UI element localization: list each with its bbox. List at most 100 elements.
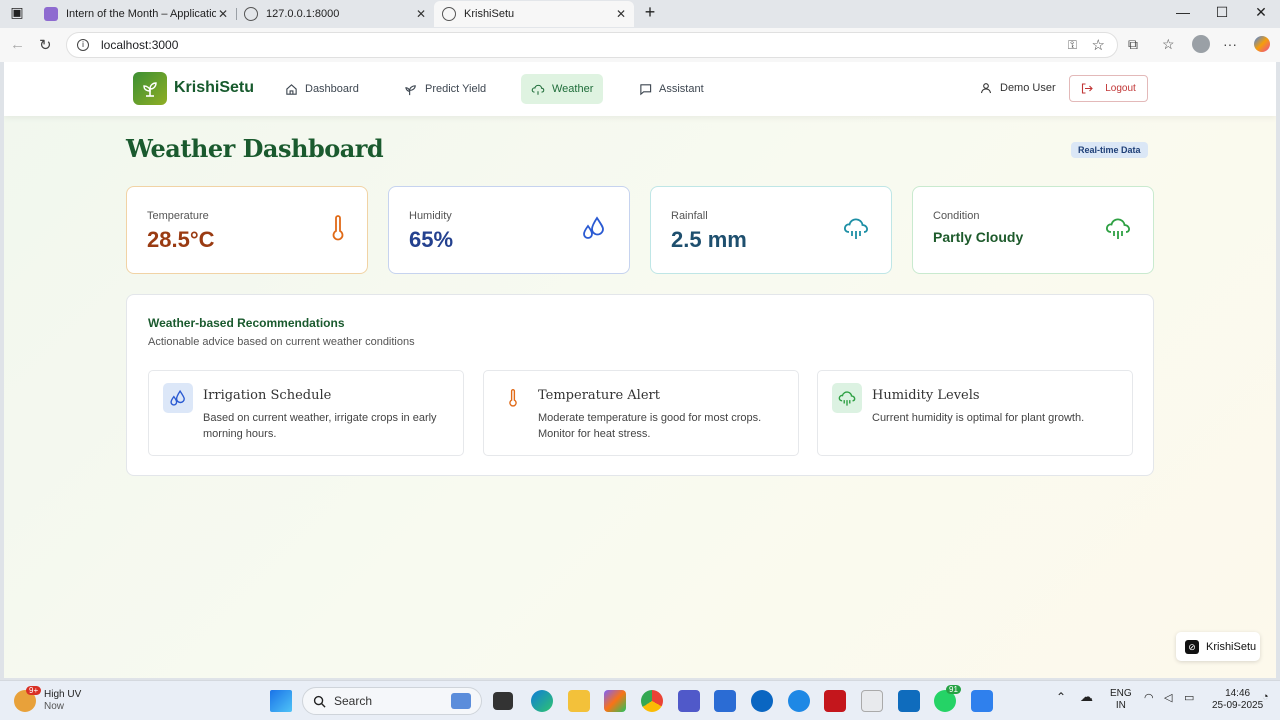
whatsapp-icon[interactable]: 91 bbox=[934, 685, 961, 712]
mcafee-icon[interactable] bbox=[824, 690, 846, 712]
profile-avatar[interactable] bbox=[1192, 35, 1210, 53]
extensions-icon[interactable]: ⧉ bbox=[1128, 36, 1138, 53]
lang-label: ENG bbox=[1110, 688, 1132, 699]
close-tab-icon[interactable]: ✕ bbox=[616, 7, 626, 21]
refresh-icon[interactable]: ↻ bbox=[39, 36, 52, 54]
stat-value: Partly Cloudy bbox=[933, 229, 1024, 245]
thermometer-icon bbox=[332, 215, 344, 241]
stat-card-rainfall: Rainfall 2.5 mm bbox=[650, 186, 892, 274]
recommendation-card-irrigation: Irrigation Schedule Based on current wea… bbox=[148, 370, 464, 456]
battery-icon[interactable]: ▭ bbox=[1184, 692, 1194, 704]
hp-icon[interactable] bbox=[751, 690, 773, 712]
nav-weather[interactable]: Weather bbox=[521, 74, 604, 104]
more-menu-icon[interactable]: ··· bbox=[1223, 36, 1237, 52]
store-icon[interactable] bbox=[714, 690, 736, 712]
close-window-icon[interactable]: ✕ bbox=[1246, 4, 1276, 21]
onedrive-icon[interactable]: ☁ bbox=[1080, 690, 1093, 703]
favorite-star-icon[interactable]: ☆ bbox=[1092, 36, 1105, 54]
language-indicator[interactable]: ENG IN bbox=[1110, 688, 1132, 712]
copilot-app-icon[interactable] bbox=[604, 690, 626, 712]
card-text: Current humidity is optimal for plant gr… bbox=[872, 412, 1085, 424]
wifi-icon[interactable]: ◠ bbox=[1144, 692, 1154, 704]
card-icon-box bbox=[832, 383, 862, 413]
back-icon[interactable]: ← bbox=[10, 36, 25, 53]
file-explorer-icon[interactable] bbox=[568, 690, 590, 712]
card-icon-box bbox=[163, 383, 193, 413]
brand-name[interactable]: KrishiSetu bbox=[174, 79, 254, 97]
sprout-logo-icon bbox=[143, 81, 157, 97]
document-icon[interactable] bbox=[861, 690, 883, 712]
favorites-icon[interactable]: ☆ bbox=[1162, 36, 1175, 53]
weather-title: High UV bbox=[44, 689, 82, 700]
chrome-icon[interactable] bbox=[641, 690, 663, 712]
cloud-rain-icon bbox=[844, 218, 868, 239]
tab-krishisetu[interactable]: KrishiSetu ✕ bbox=[434, 1, 634, 27]
browser-toolbar: ← ↻ i localhost:3000 ⚿ ☆ ⧉ ☆ ··· bbox=[0, 28, 1280, 62]
page-title: Weather Dashboard bbox=[126, 134, 384, 163]
volume-icon[interactable]: ◁ bbox=[1164, 692, 1172, 704]
recommendations-panel: Weather-based Recommendations Actionable… bbox=[126, 294, 1154, 476]
app-mark-icon: ⊘ bbox=[1185, 639, 1199, 654]
outlook-icon[interactable] bbox=[898, 690, 920, 712]
key-icon[interactable]: ⚿ bbox=[1068, 38, 1077, 53]
address-bar[interactable]: i localhost:3000 ⚿ ☆ bbox=[66, 32, 1118, 58]
edge-icon[interactable] bbox=[531, 690, 553, 712]
start-icon[interactable] bbox=[270, 690, 292, 712]
notification-badge: 9+ bbox=[26, 686, 42, 695]
stat-card-temperature: Temperature 28.5°C bbox=[126, 186, 368, 274]
tab-intern-of-month[interactable]: Intern of the Month – Application ✕ bbox=[36, 1, 236, 27]
forms-icon bbox=[44, 7, 58, 21]
close-tab-icon[interactable]: ✕ bbox=[416, 7, 426, 21]
tab-localhost-8000[interactable]: 127.0.0.1:8000 ✕ bbox=[236, 1, 434, 27]
card-icon-box bbox=[498, 383, 528, 413]
browser-tab-bar: ▣ Intern of the Month – Application ✕ 12… bbox=[0, 0, 1280, 28]
user-menu[interactable]: Demo User bbox=[980, 82, 1056, 94]
support-icon[interactable] bbox=[788, 690, 810, 712]
maximize-icon[interactable]: ☐ bbox=[1207, 4, 1237, 21]
chevron-up-icon[interactable]: ⌃ bbox=[1056, 691, 1066, 703]
card-text: Moderate temperature is good for most cr… bbox=[538, 412, 762, 440]
new-tab-icon[interactable]: + bbox=[635, 2, 665, 23]
taskbar-search[interactable]: Search bbox=[302, 687, 482, 715]
nav-dashboard[interactable]: Dashboard bbox=[275, 74, 369, 104]
nav-label: Predict Yield bbox=[425, 83, 487, 95]
nav-label: Assistant bbox=[659, 83, 704, 95]
droplets-icon bbox=[583, 216, 604, 239]
globe-icon bbox=[442, 7, 456, 21]
nav-assistant[interactable]: Assistant bbox=[629, 74, 714, 104]
copilot-icon[interactable] bbox=[1254, 36, 1270, 52]
card-title: Irrigation Schedule bbox=[203, 388, 332, 403]
stat-label: Temperature bbox=[147, 210, 209, 222]
sun-icon: 9+ bbox=[14, 686, 42, 712]
search-icon bbox=[313, 695, 326, 708]
vscode-icon[interactable] bbox=[971, 690, 993, 712]
url-text: localhost:3000 bbox=[101, 38, 179, 52]
tab-title: 127.0.0.1:8000 bbox=[266, 8, 340, 20]
weather-widget[interactable]: 9+ High UV Now bbox=[14, 686, 82, 713]
tab-actions-icon[interactable]: ▣ bbox=[2, 4, 32, 21]
tab-title: KrishiSetu bbox=[464, 8, 515, 20]
minimize-icon[interactable]: — bbox=[1168, 4, 1198, 20]
task-view-icon[interactable] bbox=[493, 692, 513, 710]
search-highlight-icon bbox=[451, 693, 471, 709]
thermometer-icon bbox=[509, 389, 517, 407]
nav-predict-yield[interactable]: Predict Yield bbox=[395, 74, 496, 104]
nav-label: Weather bbox=[552, 83, 594, 95]
floating-app-badge[interactable]: ⊘ KrishiSetu bbox=[1176, 632, 1260, 661]
logout-button[interactable]: Logout bbox=[1069, 75, 1148, 102]
logo[interactable] bbox=[133, 72, 167, 105]
globe-icon bbox=[244, 7, 258, 21]
card-title: Humidity Levels bbox=[872, 388, 980, 403]
notification-bell-icon[interactable]: ◔ bbox=[1262, 691, 1269, 703]
app-navbar: KrishiSetu Dashboard Predict Yield Weath… bbox=[4, 62, 1276, 116]
tab-title: Intern of the Month – Application bbox=[66, 8, 216, 20]
close-tab-icon[interactable]: ✕ bbox=[218, 7, 228, 21]
logout-icon bbox=[1082, 83, 1093, 94]
teams-icon[interactable] bbox=[678, 690, 700, 712]
stat-value: 2.5 mm bbox=[671, 227, 747, 252]
sprout-icon bbox=[405, 84, 416, 95]
cloud-drizzle-icon bbox=[1106, 218, 1130, 239]
info-icon[interactable]: i bbox=[77, 39, 89, 51]
clock[interactable]: 14:46 25-09-2025 bbox=[1212, 688, 1263, 712]
stat-card-condition: Condition Partly Cloudy bbox=[912, 186, 1154, 274]
